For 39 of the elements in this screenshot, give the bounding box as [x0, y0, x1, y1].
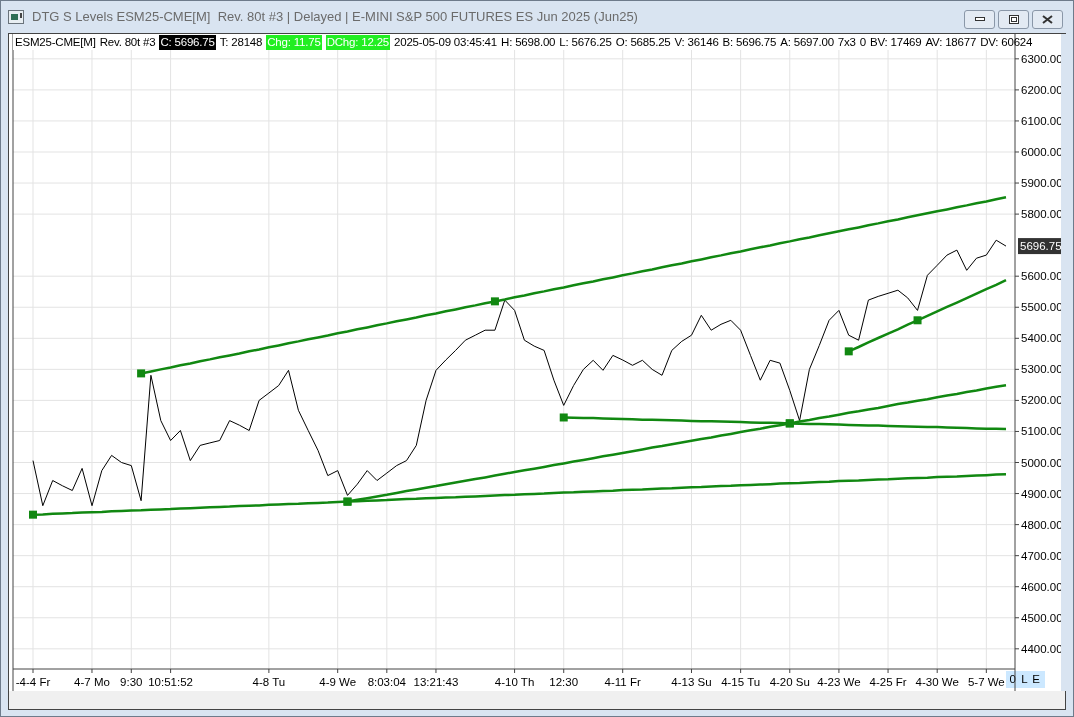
quote-text: A: 5697.00	[780, 34, 834, 50]
change-text: DChg: 12.25	[325, 34, 391, 50]
x-axis-label: 4-8 Tu	[252, 676, 286, 688]
quote-text: H: 5698.00	[501, 34, 556, 50]
x-axis-label: 10:51:52	[148, 676, 193, 688]
quote-text: L: 5676.25	[559, 34, 612, 50]
quote-text: V: 36146	[674, 34, 719, 50]
x-axis-label: 4-15 Tu	[721, 676, 761, 688]
quote-text: Rev. 80t #3	[99, 34, 156, 50]
quote-text: AV: 18677	[925, 34, 977, 50]
quote-text: 0	[859, 34, 866, 50]
x-axis-label: 4-9 We	[319, 676, 357, 688]
quote-text: ESM25-CME[M]	[15, 34, 96, 50]
x-axis-label: 4-25 Fr	[869, 676, 907, 688]
change-text: Chg: 11.75	[266, 34, 322, 50]
last-price-text: C: 5696.75	[159, 34, 216, 50]
x-axis-label: 4-10 Th	[494, 676, 535, 688]
x-axis-label: 4-30 We	[915, 676, 959, 688]
x-axis-label: 12:30	[549, 676, 579, 688]
x-axis-label: 5-7 We	[967, 676, 1005, 688]
last-price-tag: 5696.75	[1018, 238, 1063, 255]
quote-text: 2025-05-09 03:45:41	[394, 34, 498, 50]
quote-text: BV: 17469	[870, 34, 922, 50]
quote-text: T: 28148	[219, 34, 263, 50]
quote-text: 7x3	[837, 34, 856, 50]
x-axis-label: 9:30	[120, 676, 143, 688]
x-axis-label: 8:03:04	[367, 676, 406, 688]
window-title: DTG S Levels ESM25-CME[M] Rev. 80t #3 | Delayed | E-MINI S&P 500 FUTURES ES Jun 2025 (Jun25)	[32, 8, 638, 27]
quote-text: DV: 60624	[980, 34, 1033, 50]
x-axis-label: 4-7 Mo	[74, 676, 110, 688]
x-axis-label: 4-13 Su	[671, 676, 712, 688]
x-axis-label: 4-23 We	[817, 676, 861, 688]
x-axis-label: 13:21:43	[413, 676, 459, 688]
x-axis-label: 4-11 Fr	[604, 676, 641, 688]
x-axis-label: 4-20 Su	[769, 676, 810, 688]
status-badge: 0 L E	[1005, 671, 1045, 689]
quote-text: B: 5696.75	[722, 34, 777, 50]
x-axis-label: -4-4 Fr	[15, 676, 51, 688]
quote-text: O: 5685.25	[615, 34, 671, 50]
